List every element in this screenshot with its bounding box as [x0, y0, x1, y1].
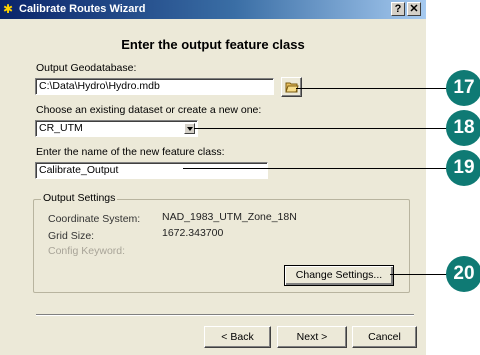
next-button[interactable]: Next > — [277, 326, 347, 348]
callout-leader-18 — [194, 128, 448, 129]
callout-badge-17: 17 — [446, 70, 480, 106]
close-button[interactable]: ✕ — [407, 2, 421, 16]
feature-class-label: Enter the name of the new feature class: — [36, 146, 225, 158]
open-folder-icon — [285, 82, 299, 93]
app-icon: ✱ — [3, 2, 14, 16]
callout-leader-17 — [296, 88, 448, 89]
output-settings-legend: Output Settings — [41, 192, 118, 204]
coordinate-system-value: NAD_1983_UTM_Zone_18N — [162, 211, 297, 223]
title-bar[interactable]: ✱ Calibrate Routes Wizard ? ✕ — [0, 0, 426, 19]
grid-size-value: 1672.343700 — [162, 227, 224, 239]
config-keyword-label: Config Keyword: — [48, 245, 126, 257]
dataset-value: CR_UTM — [39, 122, 83, 134]
back-button[interactable]: < Back — [204, 326, 271, 348]
page-heading: Enter the output feature class — [121, 37, 305, 52]
geodatabase-field[interactable]: C:\Data\Hydro\Hydro.mdb — [35, 78, 274, 95]
help-button[interactable]: ? — [391, 2, 405, 16]
callout-leader-20 — [390, 274, 448, 275]
dataset-dropdown[interactable]: CR_UTM — [35, 120, 198, 137]
callout-badge-20: 20 — [446, 256, 480, 292]
callout-leader-19 — [183, 168, 448, 169]
callout-badge-18: 18 — [446, 110, 480, 146]
change-settings-label: Change Settings... — [295, 269, 383, 281]
grid-size-label: Grid Size: — [48, 230, 95, 242]
callout-badge-19: 19 — [446, 150, 480, 186]
browse-button[interactable] — [281, 77, 302, 97]
cancel-button[interactable]: Cancel — [352, 326, 417, 348]
geodatabase-label: Output Geodatabase: — [36, 62, 137, 74]
footer-divider — [36, 314, 414, 316]
window-title: Calibrate Routes Wizard — [19, 3, 146, 15]
wizard-window: ✱ Calibrate Routes Wizard ? ✕ Enter the … — [0, 0, 426, 355]
dataset-label: Choose an existing dataset or create a n… — [36, 104, 262, 116]
change-settings-button[interactable]: Change Settings... — [284, 265, 394, 286]
coordinate-system-label: Coordinate System: — [48, 213, 141, 225]
feature-class-field[interactable]: Calibrate_Output — [35, 162, 268, 179]
